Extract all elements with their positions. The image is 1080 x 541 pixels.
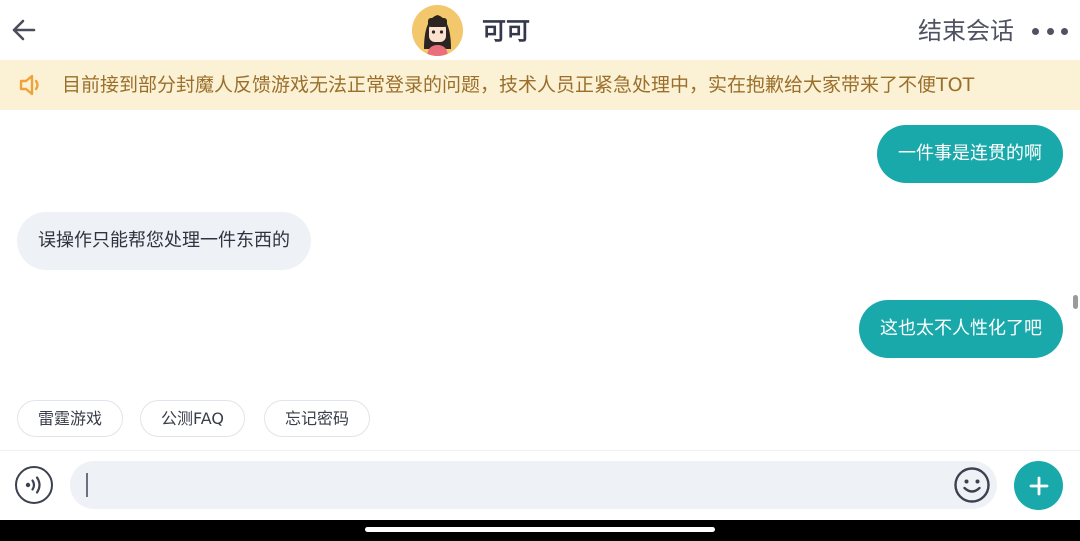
notice-banner[interactable]: 目前接到部分封魔人反馈游戏无法正常登录的问题，技术人员正紧急处理中，实在抱歉给大… <box>0 60 1080 110</box>
more-dots-icon <box>1032 27 1039 35</box>
system-home-bar <box>0 520 1080 541</box>
avatar[interactable] <box>412 5 463 56</box>
plus-icon <box>1029 476 1048 495</box>
home-indicator[interactable] <box>365 527 715 532</box>
end-chat-button[interactable]: 结束会话 <box>918 14 1014 48</box>
voice-input-button[interactable] <box>15 466 53 504</box>
message-input[interactable] <box>70 461 997 509</box>
outgoing-message[interactable]: 一件事是连贯的啊 <box>877 125 1063 183</box>
notice-text: 目前接到部分封魔人反馈游戏无法正常登录的问题，技术人员正紧急处理中，实在抱歉给大… <box>62 74 975 96</box>
page-title: 可可 <box>482 17 530 45</box>
more-button[interactable] <box>1032 17 1068 45</box>
add-attachment-button[interactable] <box>1014 461 1063 510</box>
text-caret <box>86 473 88 497</box>
chat-screen: 可可 结束会话 目前接到部分封魔人反馈游戏无法正常登录的问题，技术人员正紧急处理… <box>0 0 1080 541</box>
speaker-icon <box>19 74 39 96</box>
more-dots-icon <box>1061 27 1068 35</box>
outgoing-message[interactable]: 这也太不人性化了吧 <box>859 300 1063 358</box>
agent-avatar-icon <box>412 5 463 56</box>
quick-reply-leiting-games[interactable]: 雷霆游戏 <box>17 400 124 437</box>
header: 可可 结束会话 <box>0 0 1080 60</box>
back-arrow-icon <box>12 19 36 41</box>
back-button[interactable] <box>10 16 38 44</box>
voice-wave-icon <box>25 476 41 494</box>
more-dots-icon <box>1046 27 1054 35</box>
quick-reply-forgot-password[interactable]: 忘记密码 <box>264 400 371 437</box>
quick-reply-faq[interactable]: 公测FAQ <box>140 400 245 437</box>
incoming-message[interactable]: 误操作只能帮您处理一件东西的 <box>17 212 311 270</box>
emoji-icon[interactable] <box>953 466 991 504</box>
scrollbar[interactable] <box>1073 295 1078 309</box>
